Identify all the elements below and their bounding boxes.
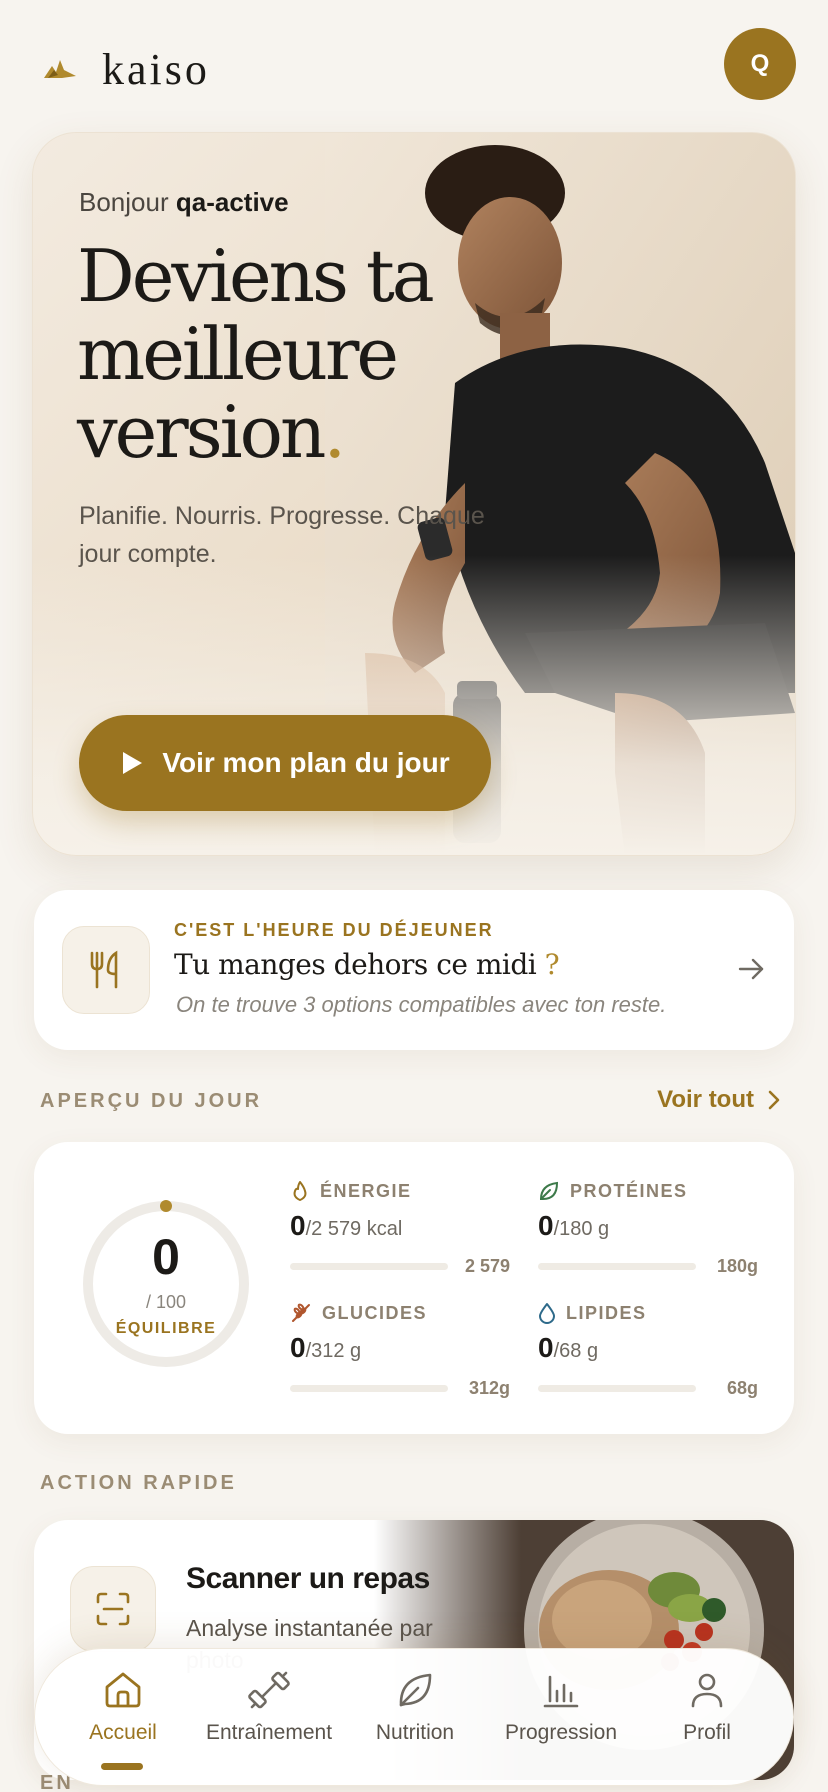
hero-card: Bonjour qa-active Deviens ta meilleure v… (32, 132, 796, 856)
hero-title-line-2: meilleure (77, 312, 399, 396)
view-daily-plan-button[interactable]: Voir mon plan du jour (79, 715, 491, 811)
macro-protein-target: 180g (716, 1256, 758, 1276)
username: qa-active (175, 187, 289, 217)
brand-name: kaiso (102, 45, 210, 94)
macro-fat-label: LIPIDES (566, 1302, 647, 1323)
nav-item-profil[interactable]: Profil (637, 1669, 777, 1745)
nav-label-profil: Profil (683, 1721, 731, 1744)
lunch-kicker: C'EST L'HEURE DU DÉJEUNER (174, 920, 494, 940)
home-icon (105, 1672, 141, 1708)
macro-fat-of: /68 g (553, 1340, 599, 1362)
macro-energy: ÉNERGIE 0/2 579 kcal 2 579 (290, 1180, 510, 1290)
hero-title-line-3: version (77, 390, 326, 474)
scan-icon (70, 1566, 156, 1652)
macro-energy-bar (290, 1263, 448, 1270)
leaf-icon (399, 1673, 432, 1707)
scan-meal-title: Scanner un repas (186, 1562, 430, 1595)
lunch-title: Tu manges dehors ce midi ? (174, 948, 560, 981)
lunch-title-mark: ? (544, 948, 560, 981)
fox-logo-icon (44, 59, 76, 78)
nav-item-progression[interactable]: Progression (491, 1669, 631, 1745)
active-tab-indicator (101, 1763, 143, 1770)
drop-icon (539, 1303, 555, 1324)
user-icon (691, 1673, 723, 1708)
macro-fat-bar (538, 1385, 696, 1392)
bar-chart-icon (543, 1675, 579, 1708)
balance-score-status: ÉQUILIBRE (115, 1320, 217, 1337)
daily-overview-card[interactable]: 0 / 100 ÉQUILIBRE ÉNERGIE 0/2 579 kcal 2… (34, 1142, 794, 1434)
macro-energy-value: 0 (290, 1210, 306, 1241)
macro-energy-of: /2 579 kcal (305, 1218, 403, 1240)
bottom-navigation: Accueil Entraînement Nutrition Progressi… (34, 1648, 794, 1786)
nav-label-accueil: Accueil (89, 1721, 157, 1744)
hero-title-line-1: Deviens ta (77, 234, 435, 318)
macro-protein: PROTÉINES 0/180 g 180g (538, 1180, 758, 1290)
macro-carbs-bar (290, 1385, 448, 1392)
macro-carbs-of: /312 g (305, 1340, 362, 1362)
app-header: kaiso Q (0, 0, 828, 130)
macro-carbs-value: 0 (290, 1332, 306, 1363)
play-icon (123, 752, 143, 774)
macro-energy-label: ÉNERGIE (320, 1180, 412, 1201)
macro-fat-target: 68g (726, 1378, 758, 1398)
macro-protein-value: 0 (538, 1210, 554, 1241)
macro-carbs: GLUCIDES 0/312 g 312g (290, 1302, 510, 1412)
brand-logo[interactable]: kaiso (42, 44, 210, 95)
macro-energy-target: 2 579 (464, 1256, 510, 1276)
leaf-icon (539, 1181, 559, 1200)
greeting-prefix: Bonjour (79, 187, 169, 217)
wheat-icon (292, 1303, 310, 1322)
see-all-link[interactable]: Voir tout (657, 1086, 780, 1114)
macro-protein-of: /180 g (553, 1218, 610, 1240)
arrow-right-icon (738, 958, 764, 980)
avatar[interactable]: Q (724, 28, 796, 100)
cutlery-icon (62, 926, 150, 1014)
view-daily-plan-label: Voir mon plan du jour (162, 747, 450, 778)
avatar-initial: Q (750, 50, 770, 77)
see-all-label: Voir tout (657, 1086, 754, 1113)
nav-label-nutrition: Nutrition (375, 1721, 455, 1744)
hero-subtitle: Planifie. Nourris. Progresse. Chaque jou… (79, 502, 485, 568)
macro-carbs-target: 312g (468, 1378, 510, 1398)
nav-label-entrainement: Entraînement (205, 1721, 333, 1744)
dumbbell-icon (248, 1671, 290, 1709)
macro-protein-bar (538, 1263, 696, 1270)
macro-fat: LIPIDES 0/68 g 68g (538, 1302, 758, 1412)
overview-section-label: APERÇU DU JOUR (40, 1090, 263, 1112)
macro-protein-label: PROTÉINES (570, 1180, 688, 1201)
macro-fat-value: 0 (538, 1332, 554, 1363)
nav-item-accueil[interactable]: Accueil (53, 1669, 193, 1745)
hero-title: Deviens ta meilleure version. (77, 237, 537, 471)
balance-score-max: / 100 (145, 1292, 187, 1312)
lunch-title-text: Tu manges dehors ce midi (174, 948, 537, 981)
hero-title-dot: . (323, 390, 346, 474)
greeting: Bonjour qa-active (79, 187, 289, 218)
lunch-suggestion-card[interactable]: C'EST L'HEURE DU DÉJEUNER Tu manges deho… (34, 890, 794, 1050)
flame-icon (293, 1181, 307, 1201)
quick-action-section-label: ACTION RAPIDE (40, 1472, 237, 1494)
macro-carbs-label: GLUCIDES (322, 1302, 428, 1323)
balance-score-value: 0 (152, 1229, 180, 1285)
lunch-description: On te trouve 3 options compatibles avec … (176, 992, 667, 1017)
chevron-right-icon (768, 1090, 780, 1110)
nav-item-entrainement[interactable]: Entraînement (199, 1669, 339, 1745)
nav-item-nutrition[interactable]: Nutrition (345, 1669, 485, 1745)
nav-label-progression: Progression (504, 1721, 618, 1744)
